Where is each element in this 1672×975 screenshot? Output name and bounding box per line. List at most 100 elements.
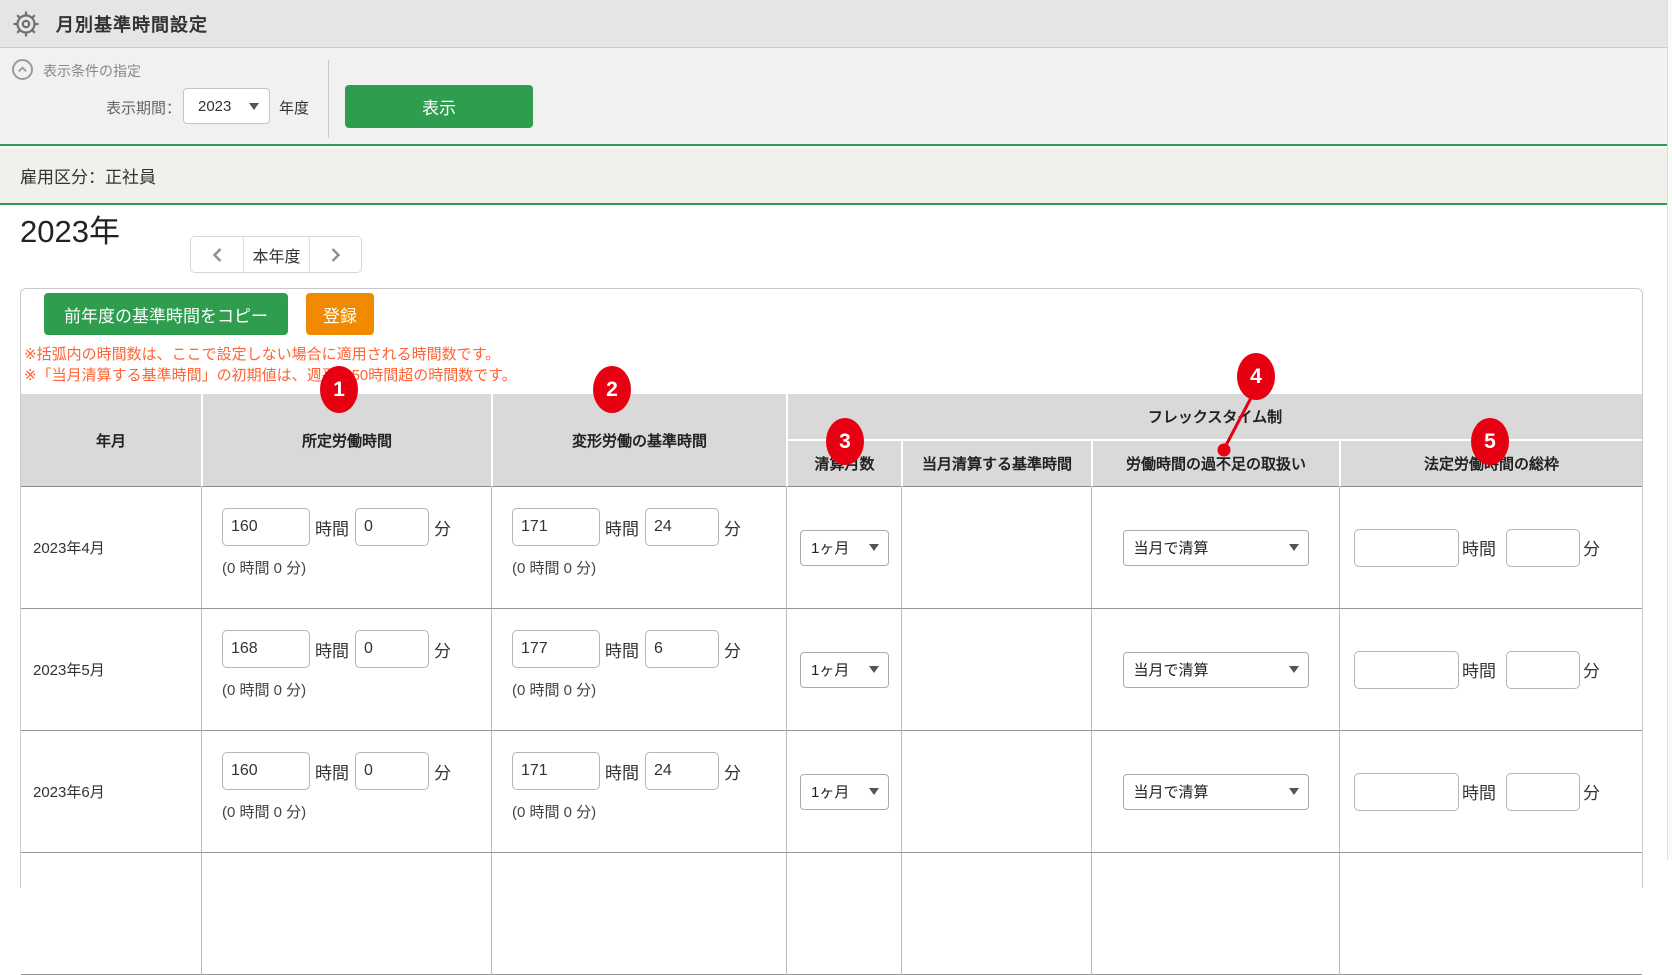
scrollbar-track[interactable] [1667, 0, 1672, 860]
table-row-partial [21, 853, 1642, 975]
year-select-value: 2023 [198, 98, 231, 115]
chevron-right-icon [330, 247, 341, 263]
table-row-may: 2023年5月 時間 分 (0 時間 0 分) 時間 分 [21, 609, 1642, 731]
hour-unit-label: 時間 [605, 759, 639, 784]
hour-unit-label: 時間 [315, 515, 349, 540]
chevron-up-icon [16, 63, 29, 76]
default-hours-note: (0 時間 0 分) [512, 801, 786, 822]
over-under-select[interactable]: 当月で清算 [1123, 774, 1309, 810]
current-month-base-cell [901, 609, 1091, 731]
over-under-select[interactable]: 当月で清算 [1123, 530, 1309, 566]
minute-unit-label: 分 [434, 515, 451, 540]
filter-section: 表示条件の指定 表示期間： 2023 年度 表示 [0, 48, 1667, 146]
minute-unit-label: 分 [724, 759, 741, 784]
default-hours-note: (0 時間 0 分) [222, 679, 491, 700]
annotation-badge-3: 3 [826, 418, 864, 465]
col-header-month: 年月 [21, 394, 201, 487]
settlement-months-select[interactable]: 1ヶ月 [800, 652, 889, 688]
minute-unit-label: 分 [724, 515, 741, 540]
period-label: 表示期間： [106, 97, 181, 118]
scheduled-hours-input[interactable] [222, 752, 310, 790]
note-line-2: ※「当月清算する基準時間」の初期値は、週平均50時間超の時間数です。 [24, 365, 1642, 386]
filter-divider [328, 60, 329, 138]
hour-unit-label: 時間 [605, 515, 639, 540]
settlement-months-select[interactable]: 1ヶ月 [800, 530, 889, 566]
year-nav: 本年度 [190, 236, 362, 273]
default-hours-note: (0 時間 0 分) [222, 801, 491, 822]
statutory-minutes-input[interactable] [1506, 773, 1580, 811]
scheduled-hours-input[interactable] [222, 630, 310, 668]
chevron-down-icon [1289, 788, 1299, 795]
variable-minutes-input[interactable] [645, 630, 719, 668]
copy-previous-year-button[interactable]: 前年度の基準時間をコピー [44, 293, 288, 335]
col-header-variable: 変形労働の基準時間 [491, 394, 786, 487]
hour-unit-label: 時間 [1462, 779, 1496, 804]
statutory-hours-input[interactable] [1354, 651, 1459, 689]
scheduled-minutes-input[interactable] [355, 752, 429, 790]
variable-hours-input[interactable] [512, 508, 600, 546]
year-select[interactable]: 2023 [183, 88, 270, 124]
minute-unit-label: 分 [1583, 657, 1600, 682]
note-line-1: ※括弧内の時間数は、ここで設定しない場合に適用される時間数です。 [24, 344, 1642, 365]
scheduled-hours-input[interactable] [222, 508, 310, 546]
month-label: 2023年4月 [21, 487, 201, 609]
statutory-total-cell: 時間 分 [1339, 731, 1642, 853]
chevron-left-icon [212, 247, 223, 263]
default-hours-note: (0 時間 0 分) [512, 557, 786, 578]
statutory-minutes-input[interactable] [1506, 529, 1580, 567]
next-year-button[interactable] [309, 237, 361, 272]
filter-section-label: 表示条件の指定 [43, 61, 141, 81]
over-under-cell: 当月で清算 [1091, 609, 1339, 731]
over-under-cell: 当月で清算 [1091, 731, 1339, 853]
employment-label: 雇用区分：正社員 [20, 163, 156, 188]
over-under-value: 当月で清算 [1134, 537, 1209, 558]
settlement-months-value: 1ヶ月 [811, 781, 849, 802]
variable-minutes-input[interactable] [645, 752, 719, 790]
register-button[interactable]: 登録 [306, 293, 374, 335]
minute-unit-label: 分 [434, 759, 451, 784]
statutory-hours-input[interactable] [1354, 529, 1459, 567]
hour-unit-label: 時間 [605, 637, 639, 662]
prev-year-button[interactable] [191, 237, 243, 272]
annotation-badge-2: 2 [593, 366, 631, 413]
scheduled-hours-cell: 時間 分 (0 時間 0 分) [201, 731, 491, 853]
statutory-minutes-input[interactable] [1506, 651, 1580, 689]
settlement-months-cell: 1ヶ月 [786, 731, 901, 853]
table-row-april: 2023年4月 時間 分 (0 時間 0 分) 時間 分 [21, 487, 1642, 609]
scheduled-hours-cell: 時間 分 (0 時間 0 分) [201, 609, 491, 731]
notes: ※括弧内の時間数は、ここで設定しない場合に適用される時間数です。 ※「当月清算す… [24, 344, 1642, 386]
collapse-button[interactable] [12, 59, 33, 80]
chevron-down-icon [1289, 544, 1299, 551]
over-under-select[interactable]: 当月で清算 [1123, 652, 1309, 688]
settlement-months-cell: 1ヶ月 [786, 609, 901, 731]
app-header: 月別基準時間設定 [0, 0, 1667, 48]
gear-icon [12, 10, 40, 38]
scheduled-minutes-input[interactable] [355, 630, 429, 668]
variable-minutes-input[interactable] [645, 508, 719, 546]
current-month-base-cell [901, 487, 1091, 609]
scheduled-minutes-input[interactable] [355, 508, 429, 546]
month-label: 2023年6月 [21, 731, 201, 853]
default-hours-note: (0 時間 0 分) [512, 679, 786, 700]
variable-hours-cell: 時間 分 (0 時間 0 分) [491, 731, 786, 853]
variable-hours-input[interactable] [512, 630, 600, 668]
hour-unit-label: 時間 [1462, 535, 1496, 560]
default-hours-note: (0 時間 0 分) [222, 557, 491, 578]
hour-unit-label: 時間 [315, 759, 349, 784]
variable-hours-input[interactable] [512, 752, 600, 790]
chevron-down-icon [249, 103, 259, 110]
settlement-months-select[interactable]: 1ヶ月 [800, 774, 889, 810]
chevron-down-icon [869, 666, 879, 673]
show-button[interactable]: 表示 [345, 85, 533, 128]
over-under-cell: 当月で清算 [1091, 487, 1339, 609]
current-year-button[interactable]: 本年度 [243, 237, 309, 272]
col-header-flex-group: フレックスタイム制 [786, 394, 1642, 441]
hour-unit-label: 時間 [315, 637, 349, 662]
annotation-badge-5: 5 [1471, 418, 1509, 465]
hour-unit-label: 時間 [1462, 657, 1496, 682]
statutory-hours-input[interactable] [1354, 773, 1459, 811]
col-header-current-month-base: 当月清算する基準時間 [901, 441, 1091, 487]
minute-unit-label: 分 [434, 637, 451, 662]
current-month-base-cell [901, 731, 1091, 853]
annotation-badge-1: 1 [320, 366, 358, 413]
